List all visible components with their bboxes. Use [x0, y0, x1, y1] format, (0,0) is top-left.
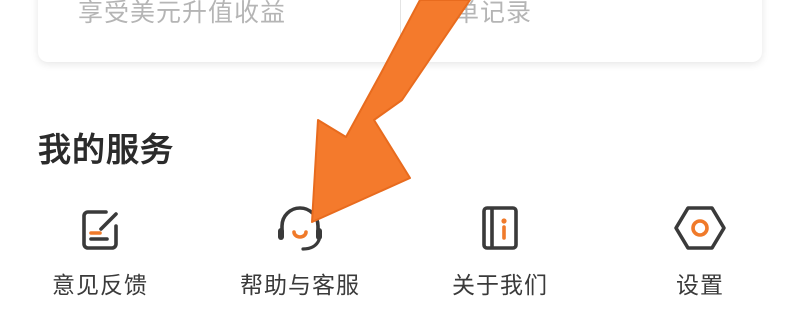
gear-hexagon-icon [670, 198, 730, 258]
service-help-customer[interactable]: 帮助与客服 [210, 192, 390, 310]
service-feedback[interactable]: 意见反馈 [10, 192, 190, 310]
top-card-left-text[interactable]: 享受美元升值收益 [78, 0, 286, 28]
service-settings-label: 设置 [676, 273, 724, 299]
top-card-right-text[interactable]: 订单记录 [428, 0, 532, 28]
service-about-us-label: 关于我们 [452, 273, 548, 299]
service-about-us[interactable]: 关于我们 [410, 192, 590, 310]
top-card-divider [400, 0, 401, 42]
info-book-icon [470, 198, 530, 258]
headset-icon [270, 198, 330, 258]
section-title: 我的服务 [38, 130, 174, 169]
top-card: 享受美元升值收益 订单记录 [38, 0, 762, 62]
feedback-edit-icon [70, 198, 130, 258]
service-feedback-label: 意见反馈 [52, 273, 148, 299]
service-settings[interactable]: 设置 [610, 192, 790, 310]
service-help-customer-label: 帮助与客服 [240, 273, 360, 299]
